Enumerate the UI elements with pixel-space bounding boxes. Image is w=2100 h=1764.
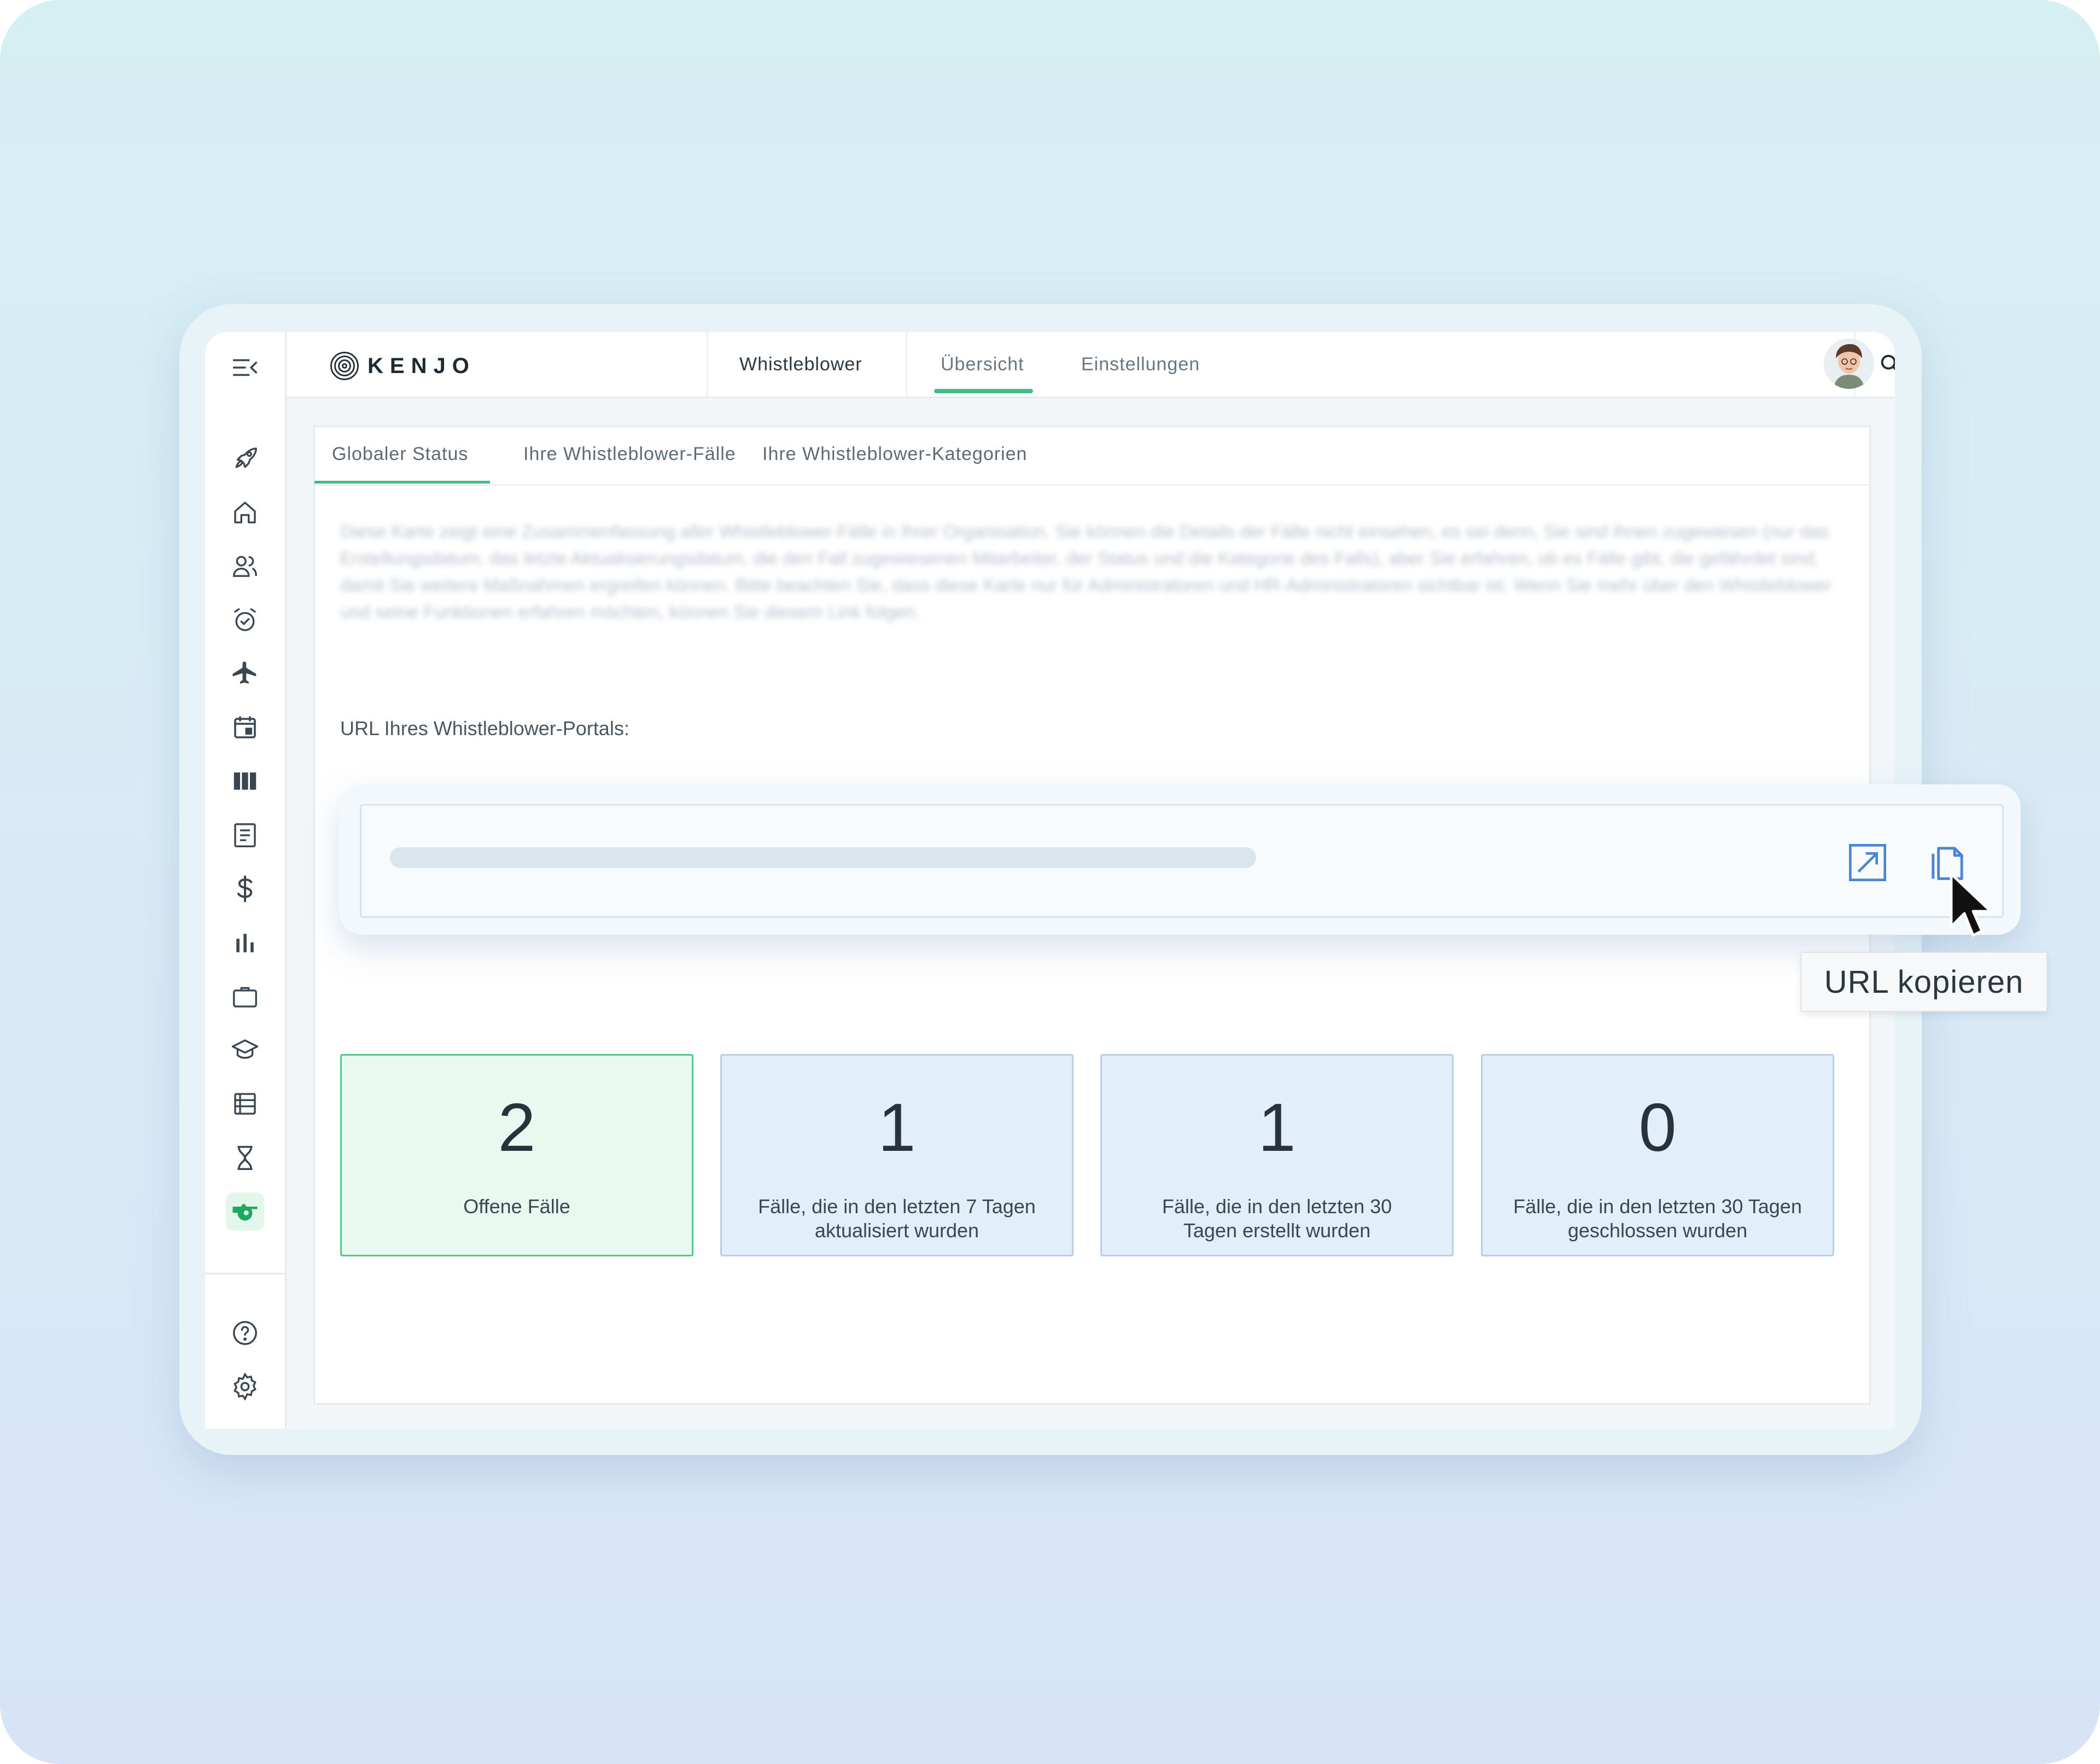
briefcase-icon[interactable] bbox=[226, 977, 264, 1016]
portal-url-label: URL Ihres Whistleblower-Portals: bbox=[340, 717, 629, 740]
open-link-icon[interactable] bbox=[1846, 841, 1889, 884]
stat-value: 1 bbox=[1258, 1090, 1296, 1166]
columns-icon[interactable] bbox=[226, 762, 264, 800]
url-placeholder-bar bbox=[390, 847, 1256, 868]
graduation-cap-icon[interactable] bbox=[226, 1031, 264, 1069]
stat-updated-7-days: 1 Fälle, die in den letzten 7 Tagen aktu… bbox=[720, 1054, 1074, 1256]
description-text: Diese Karte zeigt eine Zusammenfassung a… bbox=[340, 521, 1831, 622]
sidebar-divider bbox=[205, 1273, 285, 1274]
tab-einstellungen[interactable]: Einstellungen bbox=[1081, 354, 1200, 375]
rocket-icon[interactable] bbox=[226, 439, 264, 478]
dollar-icon[interactable] bbox=[226, 870, 264, 908]
whistle-icon[interactable] bbox=[226, 1192, 264, 1231]
subtab-bar: Globaler Status Ihre Whistleblower-Fälle… bbox=[314, 427, 1869, 486]
stat-label: Offene Fälle bbox=[358, 1195, 675, 1219]
stat-value: 1 bbox=[878, 1090, 916, 1166]
document-icon[interactable] bbox=[226, 816, 264, 854]
copy-url-tooltip: URL kopieren bbox=[1800, 952, 2048, 1012]
portal-url-field[interactable] bbox=[360, 804, 2004, 918]
subtab-whistleblower-faelle[interactable]: Ihre Whistleblower-Fälle bbox=[523, 444, 736, 465]
plane-icon[interactable] bbox=[226, 655, 264, 693]
stat-value: 2 bbox=[498, 1090, 536, 1166]
user-avatar[interactable] bbox=[1824, 339, 1874, 389]
stat-label-line: Offene Fälle bbox=[463, 1195, 570, 1218]
kenjo-logo[interactable]: KENJO bbox=[329, 351, 476, 381]
stat-label-line: Fälle, die in den letzten 30 Tagen bbox=[1513, 1195, 1802, 1218]
stat-label-line: Fälle, die in den letzten 30 bbox=[1162, 1195, 1392, 1218]
stat-open-cases: 2 Offene Fälle bbox=[340, 1054, 693, 1256]
bar-chart-icon[interactable] bbox=[226, 923, 264, 962]
screenshot-stage: KENJO Whistleblower Übersicht Einstellun… bbox=[0, 0, 2100, 1764]
mouse-pointer-icon bbox=[1947, 870, 1992, 940]
stat-closed-30-days: 0 Fälle, die in den letzten 30 Tagen ges… bbox=[1481, 1054, 1834, 1256]
settings-icon[interactable] bbox=[226, 1367, 264, 1406]
subtab-whistleblower-kategorien[interactable]: Ihre Whistleblower-Kategorien bbox=[762, 444, 1027, 465]
help-icon[interactable] bbox=[226, 1314, 264, 1352]
topbar-divider bbox=[707, 332, 708, 397]
stat-label-line: geschlossen wurden bbox=[1567, 1219, 1748, 1242]
stat-label: Fälle, die in den letzten 7 Tagen aktual… bbox=[738, 1195, 1055, 1243]
menu-collapse-icon[interactable] bbox=[226, 348, 264, 387]
stat-label-line: aktualisiert wurden bbox=[814, 1219, 979, 1242]
list-icon[interactable] bbox=[226, 1085, 264, 1123]
stat-label: Fälle, die in den letzten 30 Tagen erste… bbox=[1118, 1195, 1436, 1243]
topbar-divider bbox=[906, 332, 907, 397]
home-icon[interactable] bbox=[226, 493, 264, 532]
fingerprint-logo-icon bbox=[330, 352, 359, 380]
stat-created-30-days: 1 Fälle, die in den letzten 30 Tagen ers… bbox=[1100, 1054, 1454, 1256]
stat-label-line: Tagen erstellt wurden bbox=[1183, 1219, 1371, 1242]
tab-uebersicht[interactable]: Übersicht bbox=[934, 354, 1033, 393]
logo-text: KENJO bbox=[368, 353, 476, 378]
stat-value: 0 bbox=[1638, 1090, 1677, 1166]
alarm-icon[interactable] bbox=[226, 601, 264, 639]
stat-label: Fälle, die in den letzten 30 Tagen gesch… bbox=[1499, 1195, 1816, 1243]
section-title: Whistleblower bbox=[739, 354, 862, 375]
stat-label-line: Fälle, die in den letzten 7 Tagen bbox=[758, 1195, 1036, 1218]
top-bar: KENJO Whistleblower Übersicht Einstellun… bbox=[287, 332, 1895, 398]
calendar-icon[interactable] bbox=[226, 708, 264, 747]
subtab-globaler-status[interactable]: Globaler Status bbox=[314, 444, 491, 484]
portal-url-box bbox=[339, 784, 2021, 935]
search-icon[interactable] bbox=[1876, 350, 1895, 379]
people-icon[interactable] bbox=[226, 547, 264, 585]
hourglass-icon[interactable] bbox=[226, 1139, 264, 1177]
sidebar bbox=[205, 332, 287, 1429]
